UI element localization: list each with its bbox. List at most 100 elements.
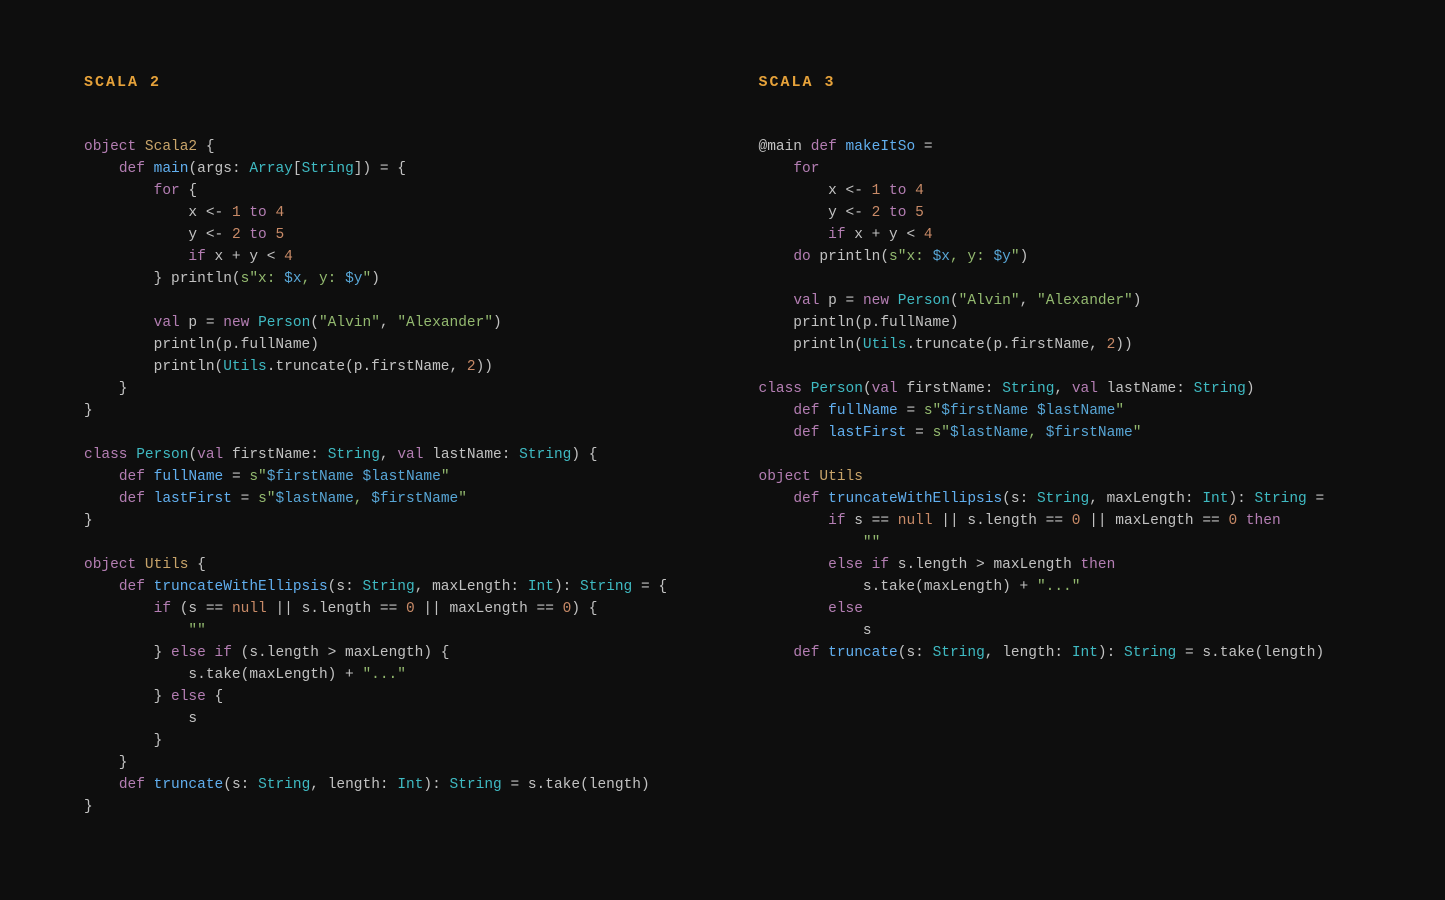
code-token: ): xyxy=(1228,491,1254,507)
code-token: def xyxy=(811,139,837,155)
code-token: s.take(maxLength) + xyxy=(759,579,1037,595)
code-token: Int xyxy=(528,579,554,595)
code-token: then xyxy=(1246,513,1281,529)
code-token: lastFirst xyxy=(828,425,906,441)
code-token: "Alvin" xyxy=(959,293,1020,309)
code-token: = xyxy=(898,403,924,419)
code-token: || s.length == xyxy=(267,601,406,617)
code-token: String xyxy=(1124,645,1176,661)
code-token xyxy=(880,205,889,221)
code-token: x + y < xyxy=(206,249,284,265)
code-token: = xyxy=(1307,491,1324,507)
code-token: Int xyxy=(1072,645,1098,661)
code-token: String xyxy=(328,447,380,463)
code-token: class xyxy=(84,447,128,463)
code-token: " xyxy=(1011,249,1020,265)
code-token: truncate xyxy=(828,645,898,661)
code-token: String xyxy=(1002,381,1054,397)
code-token: 4 xyxy=(275,205,284,221)
code-token xyxy=(249,315,258,331)
scala3-code-block: @main def makeItSo = for x <- 1 to 4 y <… xyxy=(759,136,1362,664)
code-token: ( xyxy=(863,381,872,397)
code-token: then xyxy=(1080,557,1115,573)
code-token: ( xyxy=(310,315,319,331)
code-token: { xyxy=(197,139,214,155)
code-token: } xyxy=(84,689,171,705)
code-token: String xyxy=(1255,491,1307,507)
code-token: 2 xyxy=(1107,337,1116,353)
code-token: "" xyxy=(188,623,205,639)
code-token: Person xyxy=(898,293,950,309)
code-token: if xyxy=(828,227,845,243)
code-token: )) xyxy=(476,359,493,375)
code-token: truncateWithEllipsis xyxy=(154,579,328,595)
code-token xyxy=(206,645,215,661)
code-token: def xyxy=(793,403,819,419)
code-token: ( xyxy=(188,447,197,463)
code-token: $lastName xyxy=(1037,403,1115,419)
code-token: if xyxy=(872,557,889,573)
code-token xyxy=(223,447,232,463)
code-token: truncate xyxy=(154,777,224,793)
code-token: 2 xyxy=(467,359,476,375)
code-token: new xyxy=(863,293,889,309)
code-token: , xyxy=(354,491,371,507)
code-token: = s.take(length) xyxy=(502,777,650,793)
code-token: ) xyxy=(493,315,502,331)
code-token: "" xyxy=(863,535,880,551)
code-token: $firstName xyxy=(941,403,1028,419)
code-token: = xyxy=(906,425,932,441)
code-token: null xyxy=(898,513,933,529)
code-token: s" xyxy=(933,425,950,441)
code-token: : xyxy=(1185,491,1202,507)
code-token: = { xyxy=(632,579,667,595)
code-token: val xyxy=(1072,381,1098,397)
code-token: " xyxy=(362,271,371,287)
code-token: def xyxy=(119,161,145,177)
code-token: 5 xyxy=(275,227,284,243)
code-token: String xyxy=(519,447,571,463)
code-token: String xyxy=(362,579,414,595)
code-token: ( xyxy=(223,777,232,793)
code-token: x <- xyxy=(759,183,872,199)
code-token: .truncate(p.firstName, xyxy=(906,337,1106,353)
code-token: : xyxy=(345,579,362,595)
code-token: def xyxy=(119,579,145,595)
code-token: Int xyxy=(1202,491,1228,507)
code-token: Person xyxy=(136,447,188,463)
code-token xyxy=(759,161,794,177)
code-token: } xyxy=(84,645,171,661)
code-token xyxy=(759,227,829,243)
code-token: s.length > maxLength xyxy=(889,557,1080,573)
code-token: , xyxy=(1028,425,1045,441)
code-token: s xyxy=(336,579,345,595)
code-token: ( xyxy=(1002,491,1011,507)
code-token: s xyxy=(232,777,241,793)
code-token: 1 xyxy=(232,205,241,221)
code-token xyxy=(84,777,119,793)
code-token: "..." xyxy=(362,667,406,683)
code-token: , xyxy=(985,645,1002,661)
code-token xyxy=(906,205,915,221)
code-token: } xyxy=(84,733,162,749)
code-token xyxy=(759,491,794,507)
scala3-heading: SCALA 3 xyxy=(759,72,1362,94)
code-token: if xyxy=(828,513,845,529)
code-token: else xyxy=(828,557,863,573)
code-token: $lastName xyxy=(275,491,353,507)
code-token xyxy=(84,183,154,199)
code-token: val xyxy=(872,381,898,397)
code-token: if xyxy=(188,249,205,265)
code-token: 2 xyxy=(232,227,241,243)
code-token: String xyxy=(258,777,310,793)
code-token xyxy=(84,161,119,177)
code-token: println(p.fullName) xyxy=(84,337,319,353)
code-token: , y: xyxy=(950,249,994,265)
code-token: s" xyxy=(258,491,275,507)
code-token: "Alexander" xyxy=(1037,293,1133,309)
code-token: s xyxy=(1011,491,1020,507)
code-token: : xyxy=(502,447,519,463)
code-token xyxy=(759,557,829,573)
code-token xyxy=(84,315,154,331)
code-token: s.take(maxLength) + xyxy=(84,667,362,683)
